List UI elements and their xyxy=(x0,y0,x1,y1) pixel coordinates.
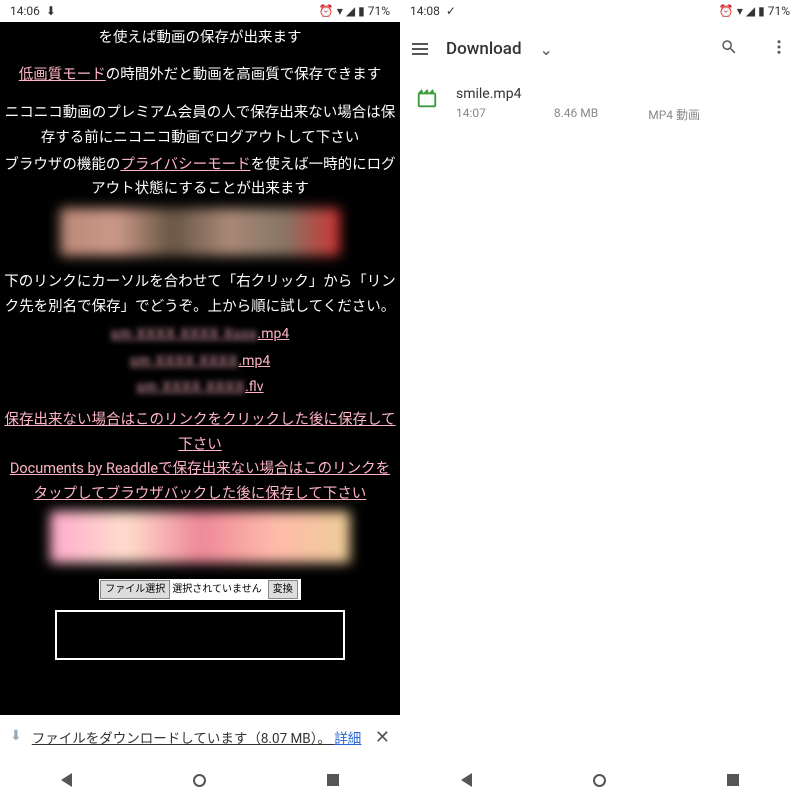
download-link-flv[interactable]: sm XXXX XXXX.flv xyxy=(4,376,396,400)
blurred-ad xyxy=(60,208,340,256)
nav-bar xyxy=(0,760,400,800)
recent-button[interactable] xyxy=(727,774,739,786)
download-links: sm XXXX XXXX Xxxx.mp4 sm XXXX XXXX.mp4 s… xyxy=(4,323,396,400)
status-bar: 14:08 ✓ ⏰ ▾ ◢ ▮ 71% xyxy=(400,0,800,22)
wifi-icon: ▾ xyxy=(737,4,743,18)
download-notification: ⬇ ファイルをダウンロードしています（8.07 MB）。 詳細 ✕ xyxy=(0,715,400,760)
close-icon[interactable]: ✕ xyxy=(375,727,390,748)
app-bar: Download ⌄ xyxy=(400,26,800,72)
alarm-icon: ⏰ xyxy=(319,4,334,18)
file-upload: ファイル選択 選択されていません 変換 xyxy=(99,579,300,600)
recent-button[interactable] xyxy=(327,774,339,786)
status-bar: 14:06 ⬇ ⏰ ▾ ◢ ▮ 71% xyxy=(0,0,400,22)
blurred-ad xyxy=(50,511,350,563)
status-time: 14:06 xyxy=(10,4,40,18)
text-line: を使えば動画の保存が出来ます xyxy=(4,26,396,51)
file-name: smile.mp4 xyxy=(456,86,784,102)
video-file-icon xyxy=(416,88,438,110)
browser-screen: 14:06 ⬇ ⏰ ▾ ◢ ▮ 71% を使えば動画の保存が出来ます 低画質モー… xyxy=(0,0,400,800)
wifi-icon: ▾ xyxy=(337,4,343,18)
battery-pct: 71% xyxy=(368,4,390,18)
notification-message: ファイルをダウンロードしています（8.07 MB）。 詳細 xyxy=(32,727,365,747)
details-link[interactable]: 詳細 xyxy=(334,731,361,747)
search-icon[interactable] xyxy=(720,38,738,60)
file-row[interactable]: smile.mp4 14:07 8.46 MB MP4 動画 xyxy=(400,72,800,137)
battery-pct: 71% xyxy=(768,4,790,18)
text-line: 下のリンクにカーソルを合わせて「右クリック」から「リンク先を別名で保存」でどうぞ… xyxy=(4,270,396,319)
home-button[interactable] xyxy=(593,774,606,787)
files-screen: 14:08 ✓ ⏰ ▾ ◢ ▮ 71% Download ⌄ smile.mp4… xyxy=(400,0,800,800)
fallback-link-2[interactable]: Documents by Readdleで保存出来ない場合はこのリンクをタップし… xyxy=(10,460,390,502)
nav-bar xyxy=(400,760,800,800)
file-time: 14:07 xyxy=(456,106,486,123)
back-button[interactable] xyxy=(461,773,472,787)
textarea[interactable] xyxy=(55,610,345,660)
status-time: 14:08 xyxy=(410,4,440,18)
file-size: 8.46 MB xyxy=(554,106,598,123)
signal-icon: ◢ xyxy=(346,4,355,18)
download-link-mp4[interactable]: sm XXXX XXXX Xxxx.mp4 xyxy=(4,323,396,347)
download-icon: ⬇ xyxy=(10,728,22,744)
low-quality-link[interactable]: 低画質モード xyxy=(19,66,106,83)
text-line: 低画質モードの時間外だと動画を高画質で保存できます xyxy=(4,63,396,88)
signal-icon: ◢ xyxy=(746,4,755,18)
chevron-down-icon[interactable]: ⌄ xyxy=(540,40,553,59)
page-title[interactable]: Download xyxy=(446,39,522,59)
file-type: MP4 動画 xyxy=(648,106,700,123)
back-button[interactable] xyxy=(61,773,72,787)
file-meta: 14:07 8.46 MB MP4 動画 xyxy=(456,106,784,123)
fallback-link-1[interactable]: 保存出来ない場合はこのリンクをクリックした後に保存して下さい xyxy=(4,411,395,453)
text-line: ブラウザの機能のプライバシーモードを使えば一時的にログアウト状態にすることが出来… xyxy=(4,153,396,202)
battery-icon: ▮ xyxy=(358,4,365,18)
convert-button[interactable]: 変換 xyxy=(268,580,298,599)
download-indicator-icon: ⬇ xyxy=(46,4,56,18)
file-select-button[interactable]: ファイル選択 xyxy=(100,580,170,599)
text-line: ニコニコ動画のプレミアム会員の人で保存出来ない場合は保存する前にニコニコ動画でロ… xyxy=(4,101,396,150)
download-link-mp4[interactable]: sm XXXX XXXX.mp4 xyxy=(4,350,396,374)
more-icon[interactable] xyxy=(770,38,788,60)
privacy-mode-link[interactable]: プライバシーモード xyxy=(120,156,250,173)
alarm-icon: ⏰ xyxy=(719,4,734,18)
menu-icon[interactable] xyxy=(412,43,428,55)
file-none-label: 選択されていません xyxy=(172,581,261,598)
page-content[interactable]: を使えば動画の保存が出来ます 低画質モードの時間外だと動画を高画質で保存できます… xyxy=(0,22,400,800)
battery-icon: ▮ xyxy=(758,4,765,18)
home-button[interactable] xyxy=(193,774,206,787)
check-icon: ✓ xyxy=(446,4,456,18)
